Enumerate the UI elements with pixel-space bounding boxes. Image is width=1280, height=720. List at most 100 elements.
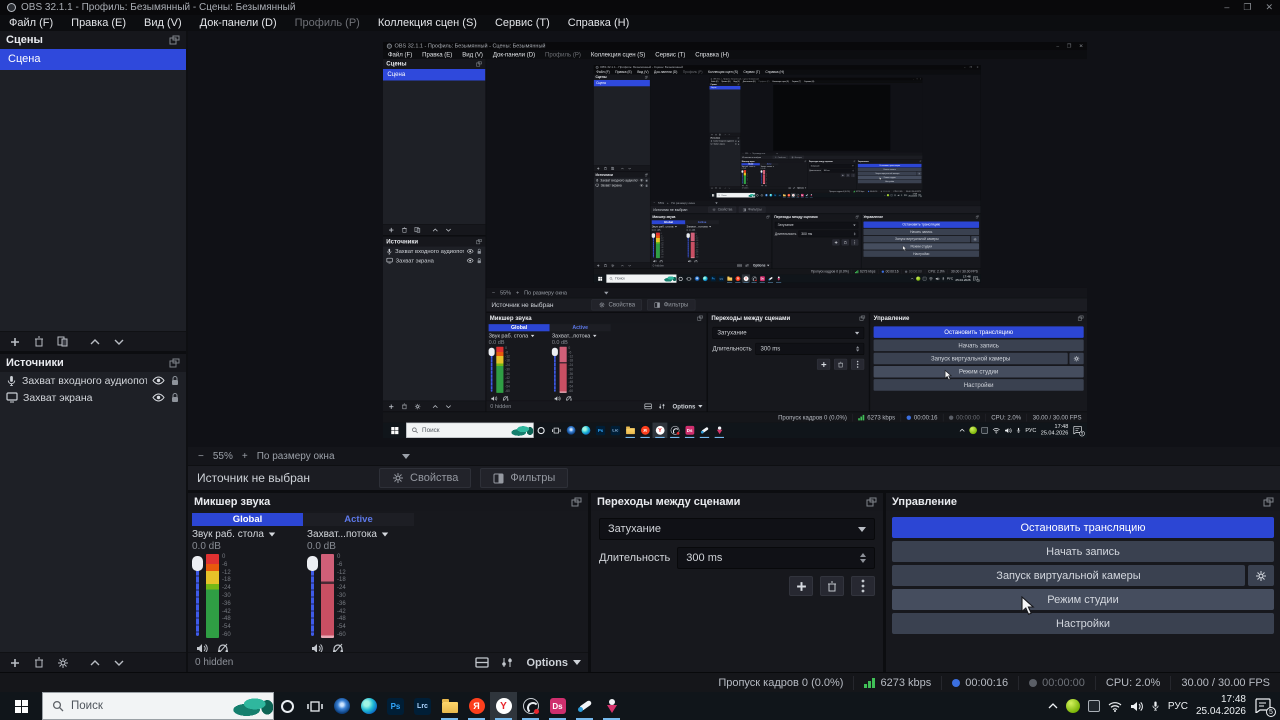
zoom-out-button: − — [742, 152, 744, 155]
settings-button[interactable]: Настройки — [892, 613, 1274, 634]
lightroom-button[interactable]: Lrc — [409, 692, 436, 720]
file-explorer-button[interactable] — [436, 692, 463, 720]
mixer-options-button[interactable]: Options — [526, 657, 581, 669]
brush-app-button — [697, 423, 712, 438]
tab-global[interactable]: Global — [192, 513, 303, 526]
obs-taskbar-button[interactable] — [517, 692, 544, 720]
start-button[interactable] — [0, 692, 42, 720]
menu-scene-collection[interactable]: Коллекция сцен (S) — [369, 15, 486, 31]
scene-up-button[interactable] — [84, 334, 105, 350]
popout-icon[interactable] — [169, 358, 180, 369]
volume-slider[interactable] — [192, 554, 203, 638]
taskbar-search-input[interactable]: Поиск — [42, 692, 274, 720]
source-item-audio[interactable]: Захват входного аудиопотока — [0, 372, 186, 389]
popout-icon[interactable] — [169, 35, 180, 46]
lock-icon[interactable] — [170, 392, 180, 403]
layout-toggle-icon[interactable] — [475, 657, 490, 668]
scenes-panel-header: Сцены — [709, 82, 741, 86]
menu-profile[interactable]: Профиль (P) — [286, 15, 369, 31]
popout-icon[interactable] — [866, 497, 877, 508]
remove-transition-button[interactable] — [820, 576, 844, 596]
source-properties-gear-button[interactable] — [52, 655, 73, 671]
tray-chevron-up-icon[interactable] — [1048, 703, 1058, 709]
tray-app-icon-obs — [922, 276, 927, 281]
chevron-down-icon[interactable] — [401, 453, 410, 459]
yandex-app-button[interactable]: Я — [463, 692, 490, 720]
zoom-out-button[interactable]: − — [198, 451, 204, 462]
source-up-button[interactable] — [84, 655, 105, 671]
scene-filters-button[interactable] — [52, 334, 73, 350]
transition-menu-kebab-icon[interactable] — [851, 576, 875, 596]
menu-tools[interactable]: Сервис (T) — [486, 15, 559, 31]
menu-view[interactable]: Вид (V) — [135, 15, 191, 31]
tray-app-icon-obs[interactable] — [1087, 700, 1100, 712]
cpu-status: CPU: 2.0% — [891, 190, 903, 193]
gear-icon — [599, 302, 605, 308]
source-item-audio: Захват входного аудиопотока — [594, 178, 650, 183]
add-transition-button[interactable] — [789, 576, 813, 596]
tray-microphone-icon[interactable] — [1151, 700, 1160, 712]
restore-button[interactable]: ❐ — [1243, 2, 1251, 13]
scene-item-selected[interactable]: Сцена — [0, 49, 186, 70]
remove-scene-button[interactable] — [28, 334, 49, 350]
zoom-fit-mode[interactable]: По размеру окна — [257, 451, 335, 462]
taskbar-clock[interactable]: 17:48 25.04.2026 — [1196, 694, 1246, 718]
scene-down-button[interactable] — [108, 334, 129, 350]
media-app-button[interactable] — [328, 692, 355, 720]
rocket-app-button[interactable] — [598, 692, 625, 720]
duration-input[interactable]: 300 ms — [677, 547, 875, 569]
volume-icon[interactable] — [1130, 701, 1143, 712]
popout-icon[interactable] — [1263, 497, 1274, 508]
scene-down-button — [727, 133, 730, 136]
tray-app-icon-green[interactable] — [1065, 699, 1080, 713]
edge-button[interactable] — [355, 692, 382, 720]
menu-help[interactable]: Справка (H) — [559, 15, 638, 31]
close-button[interactable]: ✕ — [1265, 2, 1273, 13]
volume-slider[interactable] — [307, 554, 318, 638]
task-view-button[interactable] — [301, 692, 328, 720]
minimize-button[interactable]: – — [1224, 2, 1229, 13]
source-item-display[interactable]: Захват экрана — [0, 389, 186, 406]
source-down-button[interactable] — [108, 655, 129, 671]
preview-canvas[interactable]: OBS 32.1.1 - Профиль: Безымянный - Сцены… — [188, 31, 1280, 447]
folder-icon — [625, 426, 635, 435]
remove-source-button[interactable] — [28, 655, 49, 671]
studio-mode-button[interactable]: Режим студии — [892, 589, 1274, 610]
duration-value: 300 ms — [760, 345, 781, 353]
visibility-eye-icon[interactable] — [152, 376, 165, 385]
add-scene-button[interactable] — [4, 334, 25, 350]
chevron-down-icon[interactable] — [268, 532, 276, 537]
lock-icon[interactable] — [170, 375, 180, 386]
menu-edit[interactable]: Правка (E) — [62, 15, 135, 31]
close-button: ✕ — [976, 65, 979, 69]
start-virtual-camera-button[interactable]: Запуск виртуальной камеры — [892, 565, 1245, 586]
spin-up-icon[interactable] — [860, 553, 866, 557]
spin-down-icon[interactable] — [860, 559, 866, 563]
network-icon[interactable] — [1108, 701, 1122, 712]
chevron-down-icon[interactable] — [381, 532, 389, 537]
photoshop-button[interactable]: Ps — [382, 692, 409, 720]
brush-app-button[interactable] — [571, 692, 598, 720]
cortana-button[interactable] — [274, 692, 301, 720]
stop-streaming-button[interactable]: Остановить трансляцию — [892, 517, 1274, 538]
properties-button[interactable]: Свойства — [379, 468, 472, 488]
filters-button[interactable]: Фильтры — [480, 468, 569, 488]
davinci-app-button[interactable]: Ds — [544, 692, 571, 720]
visibility-eye-icon[interactable] — [152, 393, 165, 402]
yandex-browser-icon: Y — [655, 425, 665, 435]
language-indicator[interactable]: РУС — [1168, 701, 1188, 712]
advanced-audio-icon[interactable] — [501, 657, 514, 668]
menu-file[interactable]: Файл (F) — [0, 15, 62, 31]
add-source-button[interactable] — [4, 655, 25, 671]
yandex-browser-button[interactable]: Y — [490, 692, 517, 720]
popout-icon[interactable] — [571, 497, 582, 508]
menu-docks[interactable]: Док-панели (D) — [191, 15, 286, 31]
tab-active[interactable]: Active — [303, 513, 414, 526]
zoom-in-button[interactable]: + — [242, 451, 248, 462]
virtual-camera-settings-button[interactable] — [1248, 565, 1274, 586]
start-recording-button[interactable]: Начать запись — [892, 541, 1274, 562]
remove-scene-button — [398, 225, 410, 234]
notification-center-button[interactable]: 5 — [1254, 698, 1276, 717]
window-title: OBS 32.1.1 - Профиль: Безымянный - Сцены… — [394, 43, 546, 50]
transition-select[interactable]: Затухание — [599, 518, 875, 540]
